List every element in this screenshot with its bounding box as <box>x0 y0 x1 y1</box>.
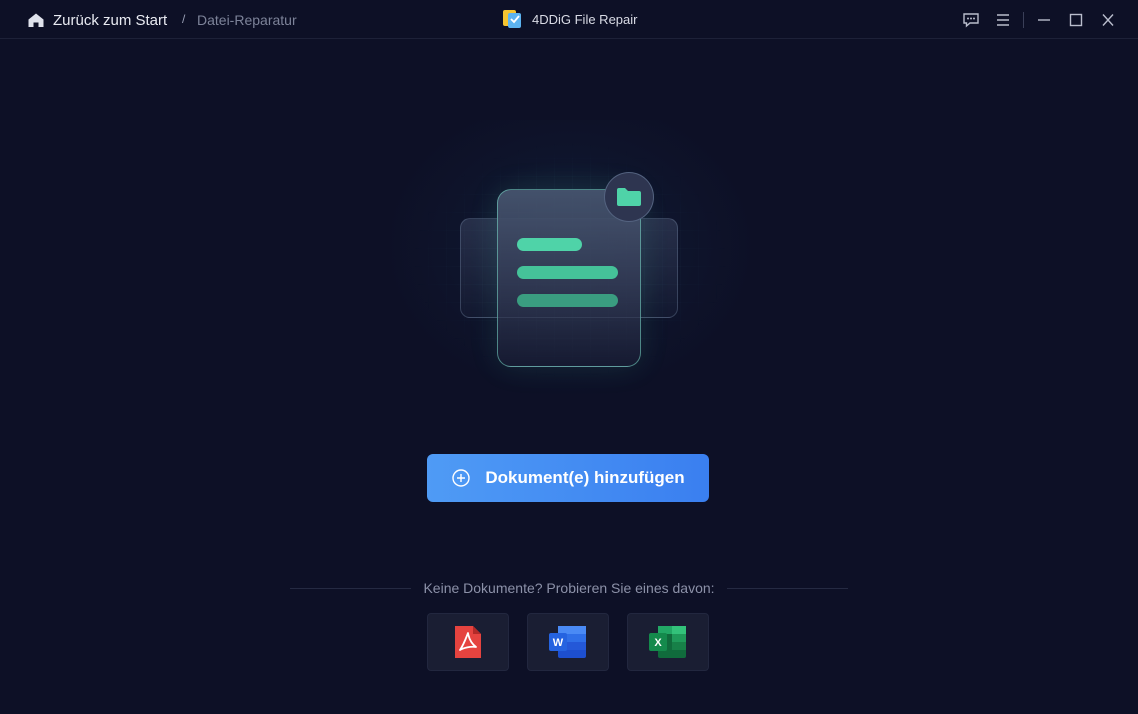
home-icon <box>27 12 45 28</box>
add-documents-button[interactable]: Dokument(e) hinzufügen <box>427 454 709 502</box>
pdf-file-icon <box>453 624 483 660</box>
divider-line <box>726 587 849 589</box>
window-controls <box>955 10 1124 30</box>
title-bar: Zurück zum Start / Datei-Reparatur 4DDiG… <box>0 0 1138 39</box>
word-file-icon: W <box>548 625 588 659</box>
app-name: 4DDiG File Repair <box>532 11 638 27</box>
maximize-icon[interactable] <box>1060 10 1092 30</box>
app-window: Zurück zum Start / Datei-Reparatur 4DDiG… <box>0 0 1138 714</box>
breadcrumb-separator: / <box>182 12 186 26</box>
document-illustration <box>380 120 760 400</box>
sample-pdf-button[interactable] <box>427 613 509 671</box>
back-to-start-link[interactable]: Zurück zum Start <box>27 10 167 30</box>
sample-word-button[interactable]: W <box>527 613 609 671</box>
sample-files: W X <box>427 613 709 671</box>
add-documents-label: Dokument(e) hinzufügen <box>485 468 685 487</box>
minimize-icon[interactable] <box>1028 10 1060 30</box>
document-line <box>517 266 618 279</box>
window-controls-divider <box>1023 12 1024 28</box>
samples-prompt-row: Keine Dokumente? Probieren Sie eines dav… <box>290 578 849 598</box>
back-to-start-label: Zurück zum Start <box>53 11 168 29</box>
breadcrumb-current-page: Datei-Reparatur <box>197 12 297 28</box>
close-icon[interactable] <box>1092 10 1124 30</box>
document-line <box>517 238 582 251</box>
document-line <box>517 294 618 307</box>
feedback-icon[interactable] <box>955 10 987 30</box>
svg-text:W: W <box>553 637 564 649</box>
svg-text:X: X <box>654 637 662 649</box>
sample-excel-button[interactable]: X <box>627 613 709 671</box>
samples-prompt: Keine Dokumente? Probieren Sie eines dav… <box>423 580 715 596</box>
add-circle-icon <box>451 468 471 488</box>
app-title: 4DDiG File Repair <box>502 8 637 30</box>
excel-file-icon: X <box>648 625 688 659</box>
divider-line <box>290 587 412 589</box>
folder-badge <box>604 172 654 222</box>
menu-icon[interactable] <box>987 10 1019 30</box>
folder-icon <box>616 187 642 207</box>
app-logo-icon <box>502 9 522 29</box>
